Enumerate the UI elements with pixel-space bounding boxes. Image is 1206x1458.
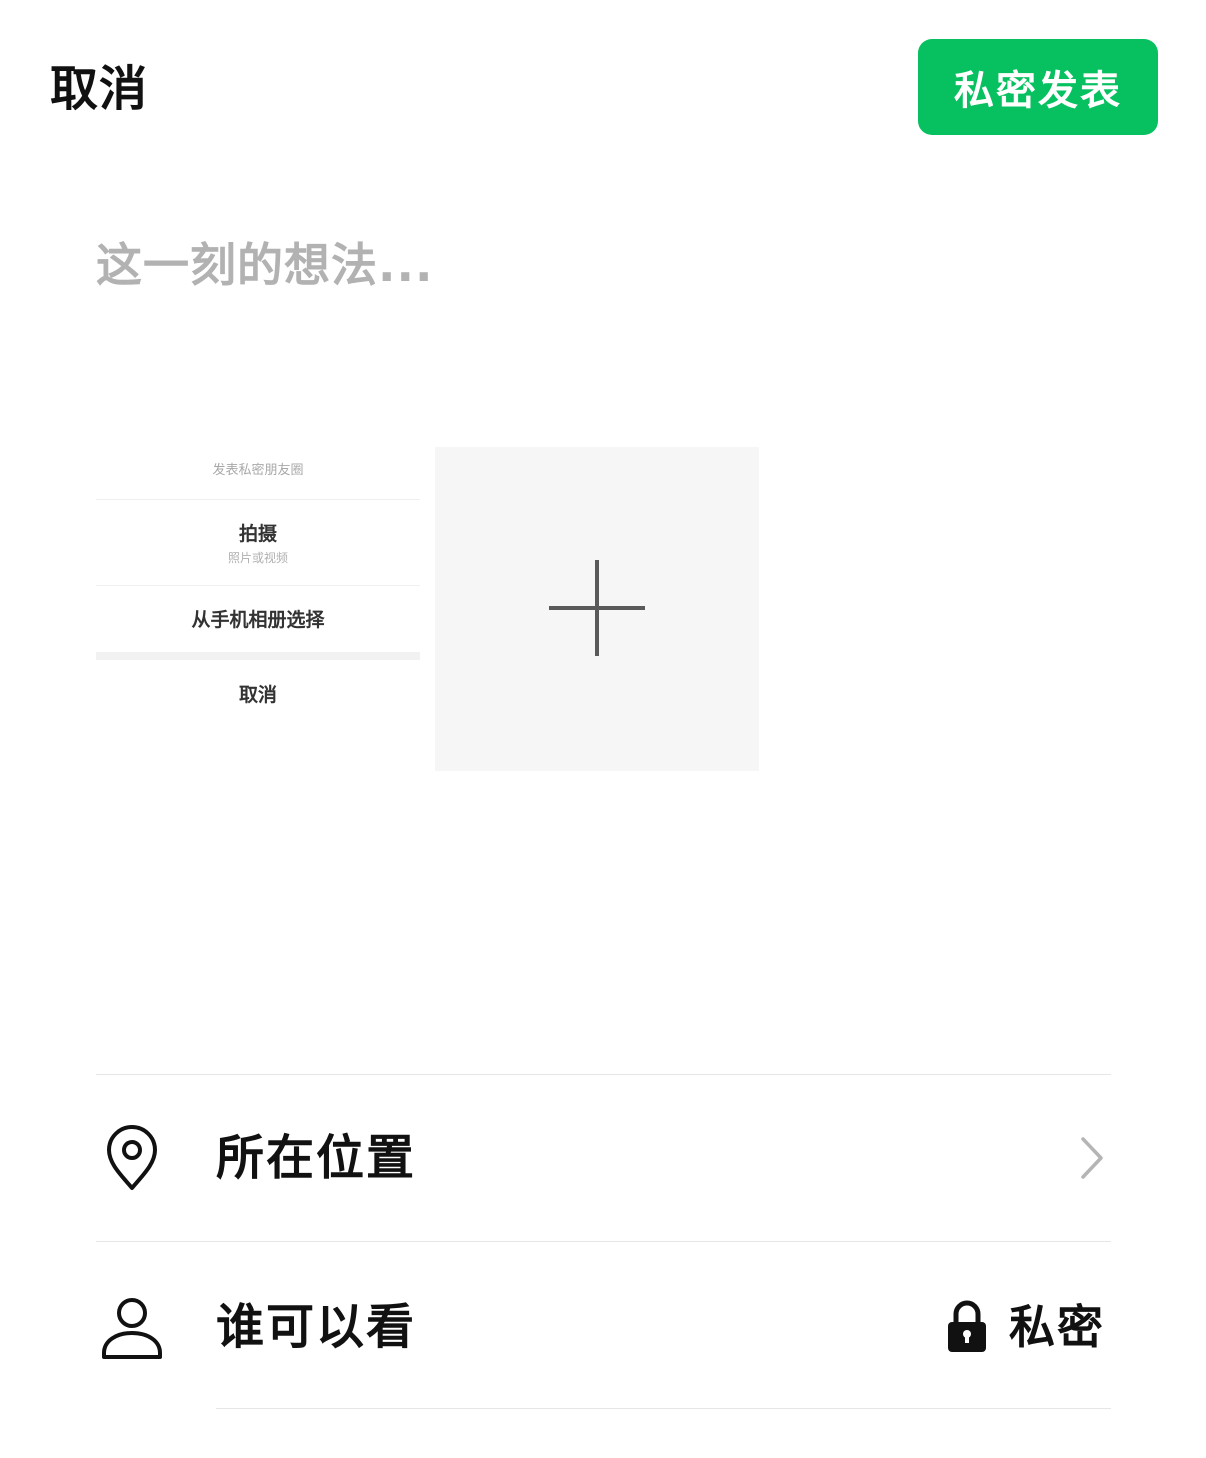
thumbnail-option-album: 从手机相册选择	[191, 609, 325, 631]
thumbnail-option-cancel: 取消	[238, 684, 277, 706]
thought-input[interactable]	[96, 230, 1106, 300]
location-pin-icon	[107, 1125, 157, 1190]
thumbnail-divider	[96, 499, 420, 500]
divider	[216, 1408, 1111, 1409]
thumbnail-gap	[96, 652, 420, 660]
person-icon	[102, 1298, 162, 1359]
thumbnail-divider	[96, 585, 420, 586]
thumbnail-option-capture-sub: 照片或视频	[227, 551, 288, 565]
visibility-value: 私密	[947, 1297, 1105, 1357]
media-thumbnail[interactable]: 发表私密朋友圈 拍摄 照片或视频 从手机相册选择 取消	[96, 447, 420, 771]
location-label: 所在位置	[216, 1130, 417, 1186]
visibility-row[interactable]: 谁可以看 私密	[96, 1242, 1111, 1408]
cancel-button[interactable]: 取消	[50, 58, 148, 120]
location-row[interactable]: 所在位置	[96, 1075, 1111, 1241]
visibility-label: 谁可以看	[216, 1299, 417, 1355]
chevron-right-icon	[1081, 1137, 1103, 1179]
thumbnail-sheet-title: 发表私密朋友圈	[212, 463, 304, 478]
publish-private-button[interactable]: 私密发表	[918, 39, 1158, 135]
lock-icon	[948, 1300, 986, 1352]
visibility-value-text: 私密	[1009, 1300, 1105, 1354]
thumbnail-option-capture: 拍摄	[238, 523, 277, 545]
add-media-button[interactable]	[435, 447, 759, 771]
